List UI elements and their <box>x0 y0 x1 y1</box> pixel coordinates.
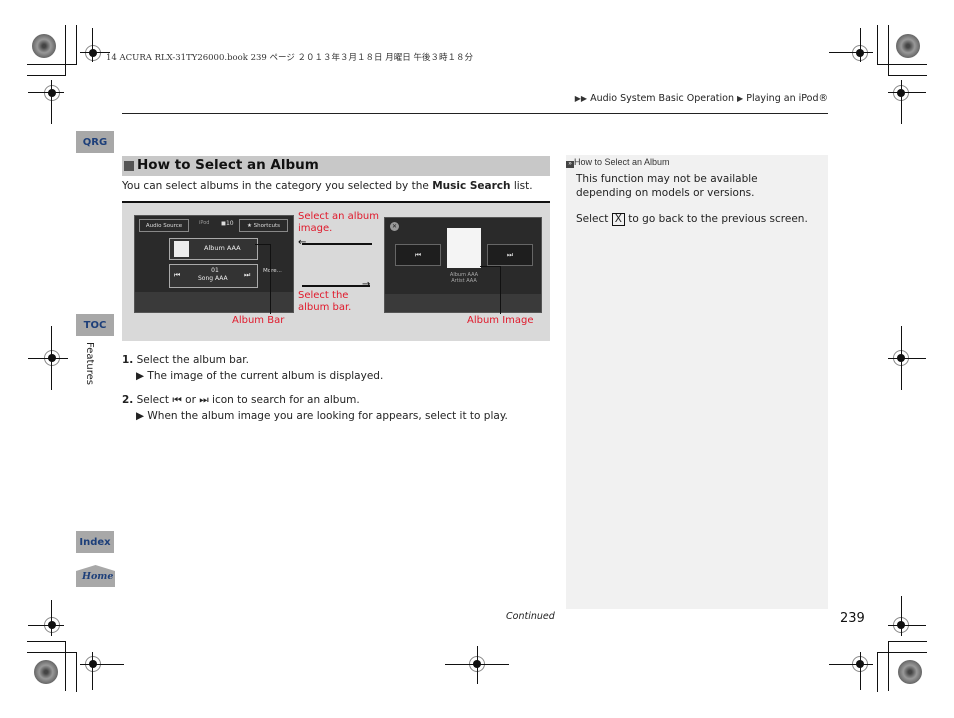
shortcuts-button: ★ Shortcuts <box>239 219 288 232</box>
home-label: Home <box>82 571 114 582</box>
figure-panel: Audio Source iPod ◼10 ★ Shortcuts Album … <box>122 201 550 341</box>
skip-back-icon: ⏮ <box>172 394 182 406</box>
note-icon: » <box>566 161 574 168</box>
registration-disc-icon <box>896 34 920 58</box>
callout-select-bar: Select the album bar. <box>298 290 352 313</box>
skip-forward-icon: ⏭ <box>199 394 209 406</box>
climate-bar <box>385 294 541 312</box>
chapter-label: Features <box>84 342 95 385</box>
steps-list: 1. Select the album bar. ▶ The image of … <box>122 352 508 424</box>
arrow-right-icon <box>302 285 370 287</box>
home-tab[interactable]: Home <box>76 565 115 587</box>
ipod-label: iPod <box>199 220 210 226</box>
step-2: 2. Select ⏮ or ⏭ icon to search for an a… <box>122 394 360 406</box>
section-header: How to Select an Album <box>122 156 550 176</box>
album-thumbnail <box>174 241 189 257</box>
header-divider <box>122 113 828 114</box>
qrg-tab[interactable]: QRG <box>76 131 114 153</box>
step-1: 1. Select the album bar. <box>122 354 249 366</box>
callout-select-image: Select an album image. <box>298 211 380 234</box>
breadcrumb: ▶▶ Audio System Basic Operation ▶ Playin… <box>575 93 828 104</box>
album-bar: Album AAA <box>169 238 258 260</box>
album-bar-label: Album AAA <box>204 244 241 252</box>
album-image-screen: ✕ ⏮ ⏭ Album AAA Artist AAA <box>384 217 542 313</box>
arrow-left-icon <box>302 243 372 245</box>
callout-album-image: Album Image <box>467 315 534 326</box>
volume-level: ◼10 <box>221 220 234 227</box>
audio-source-button: Audio Source <box>139 219 189 232</box>
step-1-result: ▶ The image of the current album is disp… <box>136 370 384 382</box>
arrow-icon: ▶ <box>737 94 744 103</box>
step-2-result: ▶ When the album image you are looking f… <box>136 410 508 422</box>
breadcrumb-link-playing-ipod[interactable]: Playing an iPod® <box>746 93 828 104</box>
registration-disc-icon <box>898 660 922 684</box>
album-info: Album AAA Artist AAA <box>449 272 479 284</box>
index-tab[interactable]: Index <box>76 531 114 553</box>
continued-label: Continued <box>506 611 555 622</box>
more-button: More... <box>263 268 282 274</box>
double-arrow-icon: ▶▶ <box>574 94 588 103</box>
next-album-icon: ⏭ <box>487 244 533 266</box>
note-para-1: This function may not be available depen… <box>576 173 758 199</box>
breadcrumb-link-audio-system[interactable]: Audio System Basic Operation <box>590 93 734 104</box>
section-title: How to Select an Album <box>137 157 319 173</box>
prev-album-icon: ⏮ <box>395 244 441 266</box>
section-square-icon <box>124 161 134 171</box>
note-para-2: Select X to go back to the previous scre… <box>576 213 808 226</box>
album-image <box>447 228 481 268</box>
next-track-icon: ⏭ <box>244 271 251 279</box>
sidebar-note: » How to Select an Album This function ma… <box>566 155 828 609</box>
callout-album-bar: Album Bar <box>232 315 285 326</box>
toc-tab[interactable]: TOC <box>76 314 114 336</box>
section-intro: You can select albums in the category yo… <box>122 180 533 192</box>
music-search-term: Music Search <box>432 180 511 192</box>
note-heading: » How to Select an Album <box>566 157 670 168</box>
close-x-icon: X <box>611 213 625 226</box>
print-header: 14 ACURA RLX-31TY26000.book 239 ページ ２０１３… <box>106 53 473 63</box>
close-icon: ✕ <box>390 222 399 231</box>
track-bar: ⏮ 01 Song AAA ⏭ <box>169 264 258 288</box>
registration-disc-icon <box>34 660 58 684</box>
prev-track-icon: ⏮ <box>174 271 181 279</box>
registration-disc-icon <box>32 34 56 58</box>
page-number: 239 <box>840 611 865 626</box>
